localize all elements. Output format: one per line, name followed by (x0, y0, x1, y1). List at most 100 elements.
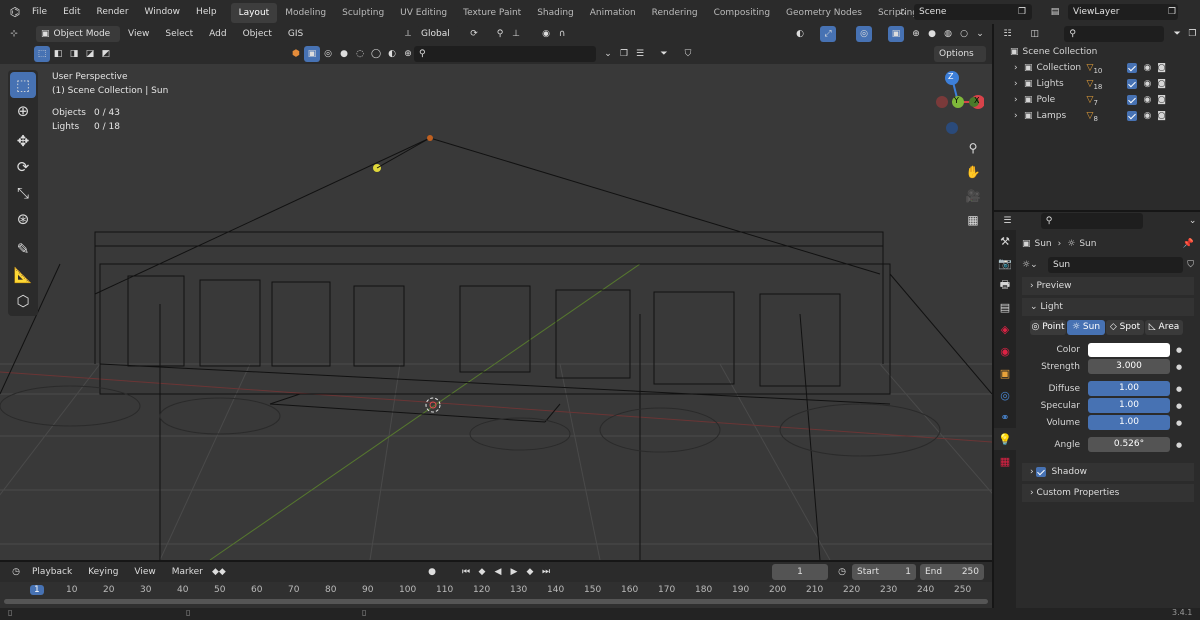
eye-icon[interactable]: ◉ (1143, 63, 1151, 73)
render-tab-icon[interactable]: 📷 (994, 252, 1016, 274)
datablock-name-field[interactable]: Sun (1048, 257, 1184, 273)
3d-cursor[interactable] (425, 397, 441, 413)
record-icon[interactable]: ● (424, 564, 440, 580)
light-type-area[interactable]: ◺ Area (1145, 320, 1183, 335)
diffuse-field[interactable]: 1.00 (1088, 381, 1170, 396)
menu-window[interactable]: Window (137, 0, 189, 24)
jump-end-icon[interactable]: ⏭ (538, 564, 554, 580)
3d-viewport[interactable]: User Perspective (1) Scene Collection | … (0, 64, 992, 560)
rotate-tool-icon[interactable]: ⟳ (10, 154, 36, 180)
transform-orientation[interactable]: ⟂ Global (400, 26, 460, 42)
menu-edit[interactable]: Edit (55, 0, 88, 24)
display-mode-icon[interactable]: ◫ (1027, 26, 1042, 42)
keyframe-dot-icon[interactable]: ● (1176, 346, 1182, 354)
expand-arrow-icon[interactable]: › (1014, 95, 1024, 105)
shield-icon[interactable]: ⛉ (680, 46, 696, 62)
new-scene-icon[interactable]: ❐ (1014, 4, 1030, 20)
outliner-editor-icon[interactable]: ☷ (1000, 26, 1015, 42)
select-subtract-icon[interactable]: ◨ (66, 46, 82, 62)
orientation-selector[interactable]: Global (416, 26, 460, 42)
tab-geometry-nodes[interactable]: Geometry Nodes (778, 3, 870, 23)
expand-arrow-icon[interactable]: › (1014, 63, 1024, 73)
pin-icon[interactable]: 📌 (1183, 239, 1194, 249)
area-divider[interactable] (0, 560, 992, 562)
menu-gis[interactable]: GIS (280, 22, 311, 46)
tab-shading[interactable]: Shading (529, 3, 582, 23)
measure-tool-icon[interactable]: 📐 (10, 262, 36, 288)
tool-tab-icon[interactable]: ⚒ (994, 230, 1016, 252)
empty-filter-icon[interactable]: ◐ (384, 46, 400, 62)
object-tab-icon[interactable]: ▣ (994, 362, 1016, 384)
viewport-search-input[interactable]: ⚲ (414, 46, 596, 62)
play-icon[interactable]: ▶ (506, 564, 522, 580)
tab-sculpting[interactable]: Sculpting (334, 3, 392, 23)
visibility-icon[interactable]: ◐ (792, 26, 808, 42)
light-panel-header[interactable]: ⌄ Light (1022, 298, 1194, 316)
exclude-checkbox[interactable] (1127, 111, 1138, 121)
camera-icon[interactable]: ◙ (1157, 79, 1166, 89)
color-swatch[interactable] (1088, 342, 1170, 357)
tab-rendering[interactable]: Rendering (644, 3, 706, 23)
pivot-icon[interactable]: ⟳ (466, 26, 482, 42)
light-type-sun[interactable]: ☼ Sun (1067, 320, 1105, 335)
xray-toggle-icon[interactable]: ▣ (888, 26, 904, 42)
select-box-mode-icon[interactable]: ⬚ (34, 46, 50, 62)
filter-funnel-icon[interactable]: ⏷ (656, 46, 672, 62)
wireframe-shading-icon[interactable]: ⊕ (908, 26, 924, 42)
expand-arrow-icon[interactable]: › (1014, 79, 1024, 89)
keyframe-dot-icon[interactable]: ● (1176, 441, 1182, 449)
sun-light-origin[interactable] (427, 135, 433, 141)
menu-file[interactable]: File (24, 0, 55, 24)
menu-keying[interactable]: Keying (80, 560, 126, 584)
zoom-icon[interactable]: ⚲ (962, 136, 984, 160)
overlay-toggle-icon[interactable]: ◎ (856, 26, 872, 42)
snap-icon[interactable]: ⚲ (492, 26, 508, 42)
light-filter-icon[interactable]: ◌ (352, 46, 368, 62)
menu-help[interactable]: Help (188, 0, 225, 24)
menu-add[interactable]: Add (201, 22, 234, 46)
navigation-gizmo[interactable]: Z Y X (920, 68, 985, 136)
cursor-tool-icon[interactable]: ⊕ (10, 98, 36, 124)
shadow-checkbox[interactable] (1036, 467, 1047, 477)
world-tab-icon[interactable]: ◉ (994, 340, 1016, 362)
outliner-item[interactable]: › ▣ Lamps ▽ 8 ◉ ◙ (994, 108, 1200, 124)
fake-user-shield-icon[interactable]: ⛉ (1187, 260, 1194, 270)
camera-icon[interactable]: ◙ (1157, 63, 1166, 73)
scene-icon[interactable]: ⛬ (895, 4, 911, 20)
falloff-icon[interactable]: ∩ (554, 26, 570, 42)
properties-options-icon[interactable]: ⌄ (1185, 213, 1200, 229)
move-tool-icon[interactable]: ✥ (10, 128, 36, 154)
keyframe-icons[interactable]: ◆◆ (211, 564, 227, 580)
dropdown-icon[interactable]: ⌄ (600, 46, 616, 62)
blender-logo-icon[interactable]: ⌬ (6, 4, 24, 20)
menu-select[interactable]: Select (157, 22, 201, 46)
select-intersect-icon[interactable]: ◩ (98, 46, 114, 62)
tab-uv-editing[interactable]: UV Editing (392, 3, 455, 23)
strength-field[interactable]: 3.000 (1088, 359, 1170, 374)
object-filter-icon[interactable]: ▣ (304, 46, 320, 62)
jump-start-icon[interactable]: ⏮ (458, 564, 474, 580)
camera-view-icon[interactable]: 🎥 (962, 184, 984, 208)
menu-playback[interactable]: Playback (24, 560, 80, 584)
eye-icon[interactable]: ◉ (1143, 95, 1151, 105)
timeline-scrollbar[interactable] (4, 599, 988, 604)
proportional-edit-icon[interactable]: ◉ (538, 26, 554, 42)
material-filter-icon[interactable]: ● (336, 46, 352, 62)
menu-view[interactable]: View (120, 22, 157, 46)
gizmo-toggle-icon[interactable]: ⤢ (820, 26, 836, 42)
properties-editor-icon[interactable]: ☰ (1000, 213, 1015, 229)
select-tool-icon[interactable]: ⬚ (10, 72, 36, 98)
preview-panel-header[interactable]: › Preview (1022, 277, 1194, 295)
exclude-checkbox[interactable] (1127, 79, 1138, 89)
keyframe-dot-icon[interactable]: ● (1176, 402, 1182, 410)
rendered-shading-icon[interactable]: ○ (956, 26, 972, 42)
menu-render[interactable]: Render (89, 0, 137, 24)
keyframe-dot-icon[interactable]: ● (1176, 363, 1182, 371)
timeline-ruler[interactable]: 1 10 20 30 40 50 60 70 80 90 100 110 120 130 140 150 160… (0, 582, 992, 608)
tab-layout[interactable]: Layout (230, 3, 278, 23)
camera-filter-icon[interactable]: ◯ (368, 46, 384, 62)
outliner-item[interactable]: › ▣ Pole ▽ 7 ◉ ◙ (994, 92, 1200, 108)
output-tab-icon[interactable]: 🖶 (994, 274, 1016, 296)
expand-arrow-icon[interactable]: › (1014, 111, 1024, 121)
new-view-layer-icon[interactable]: ❐ (1164, 4, 1180, 20)
